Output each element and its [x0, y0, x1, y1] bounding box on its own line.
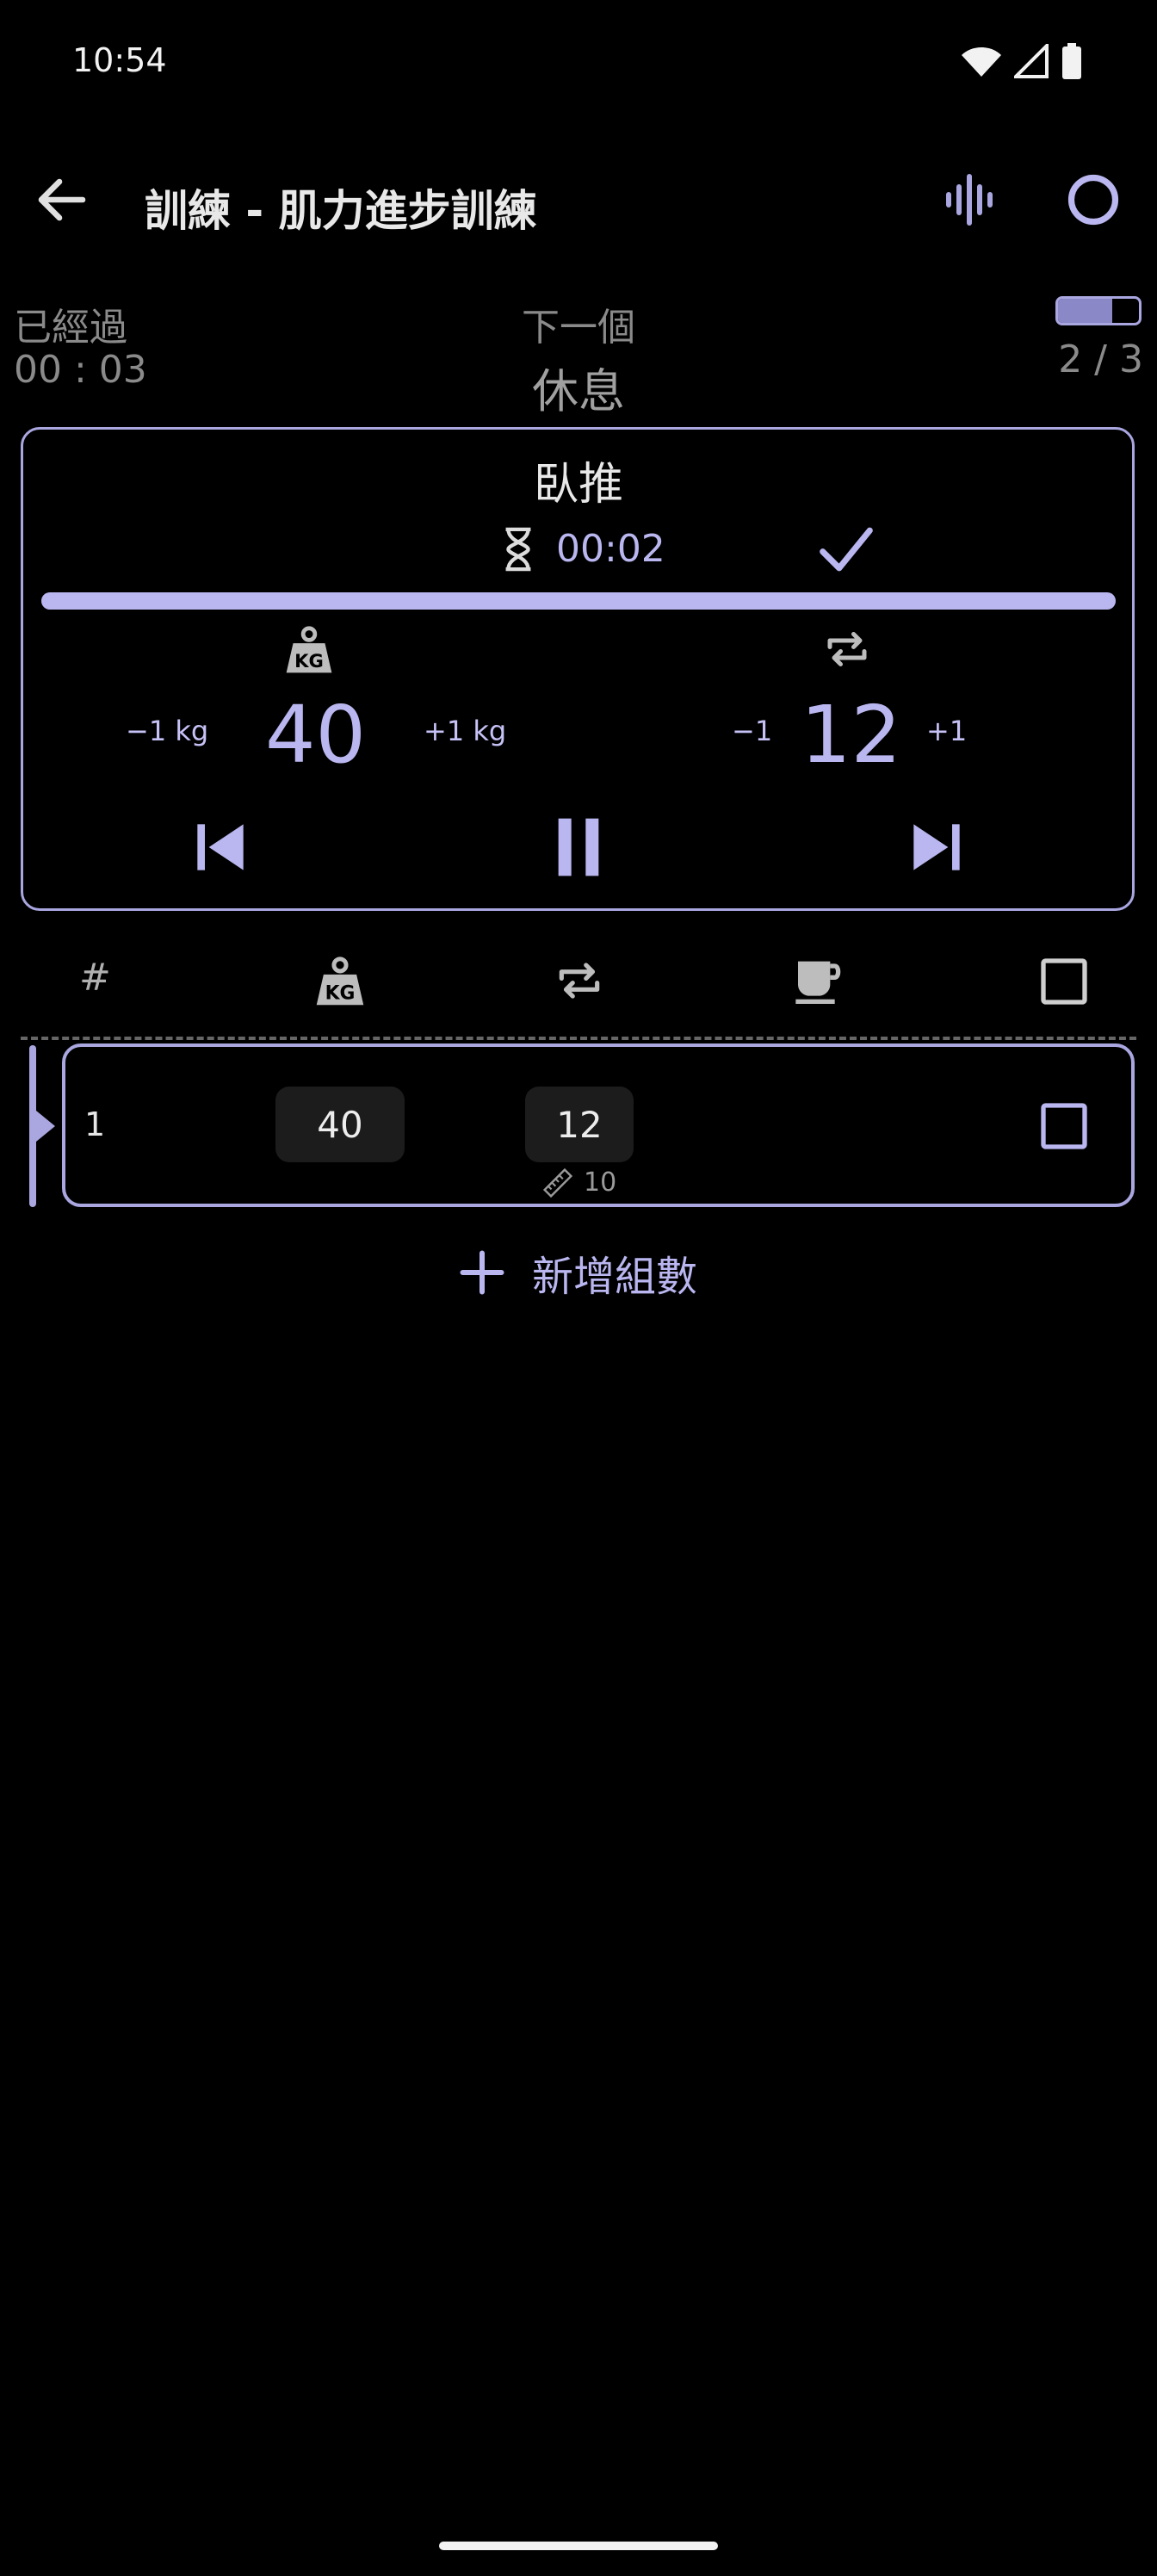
status-time: 10:54: [72, 41, 167, 79]
column-number-header: #: [79, 956, 111, 1000]
timer-progress-fill: [41, 592, 1116, 610]
rest-timer: 00:02: [556, 527, 665, 571]
repeat-icon: [827, 632, 867, 666]
pause-icon[interactable]: [544, 813, 613, 882]
increase-reps-button[interactable]: +1: [926, 715, 967, 747]
set-weight-field[interactable]: 40: [275, 1087, 405, 1162]
cell-signal-icon: [1014, 44, 1049, 78]
weight-kg-icon: KG: [286, 626, 332, 673]
current-set-arrow-icon: [36, 1111, 55, 1142]
coffee-cup-icon: [795, 961, 841, 1004]
skip-previous-icon[interactable]: [186, 813, 255, 882]
workout-progress-fill: [1058, 299, 1112, 323]
target-reps: 10: [584, 1167, 617, 1198]
home-indicator[interactable]: [439, 2542, 718, 2550]
set-reps-field[interactable]: 12: [525, 1087, 634, 1162]
set-number: 1: [84, 1105, 106, 1143]
add-set-label: 新增組數: [532, 1253, 698, 1301]
svg-text:KG: KG: [325, 982, 356, 1004]
battery-icon: [1062, 43, 1081, 79]
hourglass-icon: [505, 527, 531, 572]
skip-next-icon[interactable]: [902, 813, 971, 882]
set-done-checkbox[interactable]: [1036, 1099, 1092, 1154]
checkbox-icon: [1041, 958, 1087, 1005]
circle-icon[interactable]: [1062, 169, 1124, 231]
svg-text:KG: KG: [294, 650, 324, 672]
current-set-marker: [29, 1045, 36, 1207]
wifi-icon: [962, 47, 1001, 77]
next-label: 下一個: [522, 306, 635, 350]
timer-progress-bar: [41, 592, 1116, 610]
back-button[interactable]: [31, 169, 93, 231]
progress-count: 2 / 3: [1058, 337, 1143, 381]
weight-value: 40: [265, 689, 367, 781]
weight-kg-icon: KG: [316, 957, 364, 1006]
decrease-weight-button[interactable]: −1 kg: [126, 715, 208, 747]
page-title: 訓練 - 肌力進步訓練: [145, 186, 537, 236]
check-icon[interactable]: [818, 523, 875, 575]
add-set-button[interactable]: 新增組數: [456, 1240, 697, 1305]
next-exercise: 休息: [532, 364, 625, 418]
plus-icon: [460, 1250, 504, 1295]
status-icons: [961, 43, 1083, 79]
workout-progress-bar: [1055, 296, 1142, 325]
repeat-icon: [559, 963, 600, 999]
increase-weight-button[interactable]: +1 kg: [424, 715, 506, 747]
divider: [21, 1037, 1136, 1040]
waveform-icon[interactable]: [938, 169, 1000, 231]
reps-value: 12: [801, 689, 902, 781]
ruler-icon: [542, 1167, 573, 1198]
exercise-name: 臥推: [533, 459, 623, 511]
decrease-reps-button[interactable]: −1: [732, 715, 772, 747]
